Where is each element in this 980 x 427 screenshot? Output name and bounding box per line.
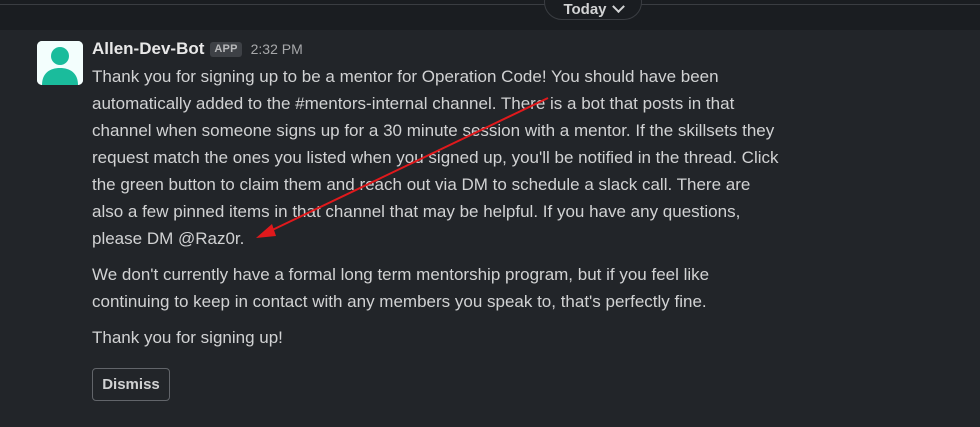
user-avatar-icon[interactable] xyxy=(37,41,83,85)
message-paragraph: Thank you for signing up! xyxy=(92,328,283,347)
date-divider: Today xyxy=(0,0,980,24)
dismiss-button[interactable]: Dismiss xyxy=(92,368,170,401)
date-jump-button[interactable]: Today xyxy=(544,0,642,20)
divider-line xyxy=(0,4,980,5)
message-header: Allen-Dev-Bot APP 2:32 PM xyxy=(92,38,303,60)
message-paragraph: We don't currently have a formal long te… xyxy=(92,265,710,311)
chevron-down-icon xyxy=(611,0,625,13)
message-paragraph: Thank you for signing up to be a mentor … xyxy=(92,67,779,248)
message-timestamp[interactable]: 2:32 PM xyxy=(251,41,303,57)
app-badge: APP xyxy=(210,41,242,57)
message: Allen-Dev-Bot APP 2:32 PM Thank you for … xyxy=(0,30,980,427)
date-label: Today xyxy=(563,0,607,18)
message-body: Thank you for signing up to be a mentor … xyxy=(92,63,852,351)
sender-name[interactable]: Allen-Dev-Bot xyxy=(92,39,204,59)
